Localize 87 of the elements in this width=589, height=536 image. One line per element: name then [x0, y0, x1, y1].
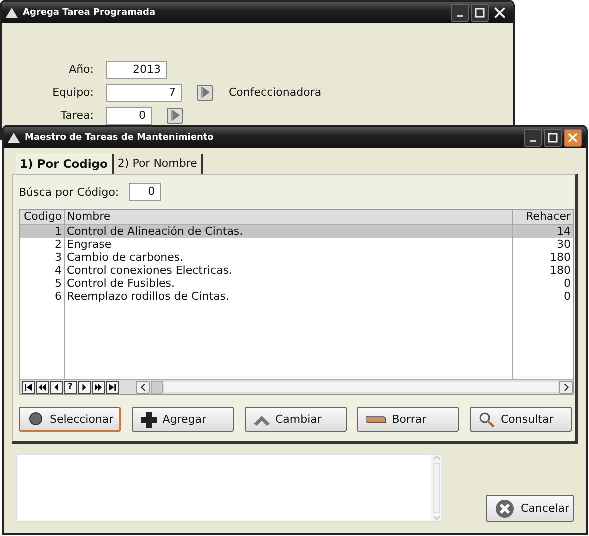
- table-cell: Control conexiones Electricas.: [65, 264, 513, 277]
- input-field[interactable]: 7: [106, 84, 182, 102]
- column-header[interactable]: Rehacer: [513, 210, 573, 224]
- circle-icon: [28, 411, 44, 427]
- table-row[interactable]: 1 Control de Alineación de Cintas. 14: [20, 225, 573, 238]
- next-page-icon: [95, 384, 102, 390]
- plus-icon: [140, 412, 157, 428]
- window-title: Agrega Tarea Programada: [23, 8, 157, 18]
- minimize-button[interactable]: [451, 4, 469, 22]
- table-row[interactable]: 6 Reemplazo rodillos de Cintas. 0: [20, 290, 573, 303]
- action-button[interactable]: Consultar: [470, 407, 572, 432]
- table-cell: 3: [20, 251, 65, 264]
- action-button[interactable]: Agregar: [132, 407, 234, 432]
- maximize-icon: [548, 132, 558, 142]
- tab[interactable]: 1) Por Codigo: [16, 154, 114, 174]
- x-circle-icon: [495, 498, 515, 518]
- table-cell: 6: [20, 290, 65, 303]
- table-cell: Cambio de carbones.: [65, 251, 513, 264]
- prev-button[interactable]: [50, 380, 63, 394]
- maximize-button[interactable]: [544, 128, 562, 146]
- table-cell: Reemplazo rodillos de Cintas.: [65, 290, 513, 303]
- table-row[interactable]: 3 Cambio de carbones. 180: [20, 251, 573, 264]
- maximize-icon: [475, 8, 485, 18]
- first-icon: [25, 384, 32, 390]
- bar-icon: [366, 414, 386, 424]
- action-button[interactable]: Seleccionar: [19, 407, 121, 432]
- input-field[interactable]: 0: [106, 106, 152, 124]
- action-button[interactable]: Cambiar: [244, 407, 346, 432]
- scroll-thumb[interactable]: [151, 380, 163, 394]
- field-label: Año:: [68, 63, 94, 76]
- action-button[interactable]: Borrar: [357, 407, 460, 432]
- prev-icon: [53, 384, 60, 390]
- cancel-button[interactable]: Cancelar: [486, 495, 574, 522]
- table-cell-text: 14: [556, 225, 572, 238]
- input-field[interactable]: 2013: [106, 60, 167, 78]
- table-cell-text: 30: [556, 238, 572, 251]
- table-cell: 4: [20, 264, 65, 277]
- column-header[interactable]: Nombre: [65, 210, 513, 224]
- scroll-left-button[interactable]: [136, 380, 150, 394]
- table-row[interactable]: 2 Engrase 30: [20, 238, 573, 251]
- field-label: Equipo:: [52, 86, 94, 99]
- close-icon: [494, 6, 506, 18]
- triangle-icon: [8, 132, 20, 142]
- prev-page-button[interactable]: [36, 380, 49, 394]
- column-header[interactable]: Codigo: [20, 210, 65, 224]
- next-page-button[interactable]: [92, 380, 105, 394]
- triangle-icon: [6, 8, 18, 18]
- vertical-scrollbar[interactable]: [431, 455, 442, 521]
- table-row[interactable]: 5 Control de Fusibles. 0: [20, 277, 573, 290]
- table-cell: 5: [20, 277, 65, 290]
- table-cell-text: 180: [549, 264, 572, 277]
- close-icon: [568, 132, 578, 142]
- minimize-icon: [457, 15, 463, 17]
- maximize-button[interactable]: [471, 4, 489, 22]
- table-row[interactable]: 4 Control conexiones Electricas. 180: [20, 264, 573, 277]
- play-icon: [200, 87, 210, 98]
- table-cell: Control de Alineación de Cintas.: [65, 225, 513, 238]
- help-button[interactable]: ?: [64, 380, 77, 394]
- table-cell: Engrase: [65, 238, 513, 251]
- lookup-button[interactable]: [167, 108, 183, 124]
- next-icon: [81, 384, 88, 390]
- prev-page-icon: [39, 384, 46, 390]
- window-title: Maestro de Tareas de Mantenimiento: [25, 132, 215, 142]
- table-cell: 2: [20, 238, 65, 251]
- lookup-button[interactable]: [197, 84, 213, 100]
- table-cell: Control de Fusibles.: [65, 277, 513, 290]
- field-label: Tarea:: [60, 109, 94, 122]
- table-cell-text: 0: [563, 277, 572, 290]
- last-button[interactable]: [106, 380, 119, 394]
- chevron-left-icon: [140, 384, 146, 390]
- search-field[interactable]: 0: [129, 183, 162, 201]
- scroll-right-button[interactable]: [559, 380, 573, 394]
- table-cell: 1: [20, 225, 65, 238]
- table-cell-text: 0: [563, 290, 572, 303]
- search-label: Búsca por Código:: [19, 186, 120, 198]
- last-icon: [109, 384, 116, 390]
- search-icon: [479, 412, 495, 428]
- play-icon: [170, 110, 180, 121]
- first-button[interactable]: [22, 380, 35, 394]
- next-button[interactable]: [78, 380, 91, 394]
- lookup-text: Confeccionadora: [229, 86, 322, 99]
- minimize-icon: [530, 140, 536, 142]
- chevron-right-icon: [562, 384, 570, 390]
- minimize-button[interactable]: [524, 128, 542, 146]
- table-cell-text: 180: [549, 251, 572, 264]
- horizontal-scrollbar[interactable]: [136, 381, 573, 393]
- close-button[interactable]: [564, 128, 582, 146]
